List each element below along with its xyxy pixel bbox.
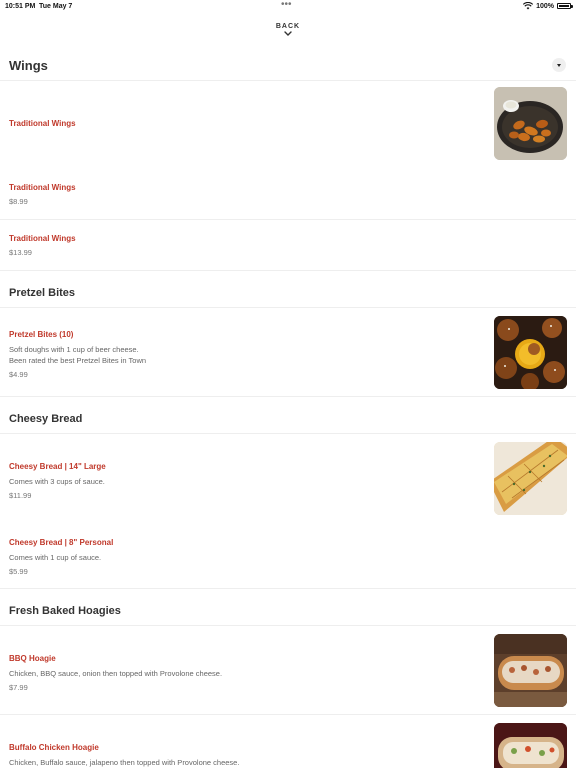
- back-button[interactable]: BACK: [263, 21, 313, 43]
- status-bar: 10:51 PM Tue May 7 ••• 100%: [0, 0, 576, 14]
- item-name: Traditional Wings: [9, 234, 76, 243]
- item-name: Buffalo Chicken Hoagie: [9, 743, 99, 752]
- divider: [0, 396, 576, 397]
- item-image-wings: [494, 87, 567, 160]
- item-price: $13.99: [9, 248, 32, 257]
- status-date: Tue May 7: [39, 3, 73, 10]
- item-name: BBQ Hoagie: [9, 654, 56, 663]
- item-description: Chicken, BBQ sauce, onion then topped wi…: [9, 669, 223, 678]
- item-description: Been rated the best Pretzel Bites in Tow…: [9, 356, 147, 365]
- menu-item[interactable]: Cheesy Bread | 8" Personal Comes with 1 …: [0, 522, 576, 588]
- item-price: $5.99: [9, 567, 28, 576]
- item-description: Soft doughs with 1 cup of beer cheese.: [9, 345, 139, 354]
- item-name: Cheesy Bread | 14" Large: [9, 462, 106, 471]
- item-price: $11.99: [9, 491, 32, 500]
- item-name: Traditional Wings: [9, 119, 76, 128]
- item-price: $7.99: [9, 683, 28, 692]
- battery-percent: 100%: [536, 2, 554, 10]
- item-description: Comes with 3 cups of sauce.: [9, 477, 105, 486]
- section-title: Wings: [9, 58, 48, 73]
- divider: [0, 270, 576, 271]
- status-right: 100%: [523, 2, 573, 10]
- menu-item[interactable]: BBQ Hoagie Chicken, BBQ sauce, onion the…: [0, 626, 576, 714]
- item-image-buffalo-chicken-hoagie: [494, 723, 567, 768]
- menu-item[interactable]: Cheesy Bread | 14" Large Comes with 3 cu…: [0, 434, 576, 522]
- status-time: 10:51 PM: [5, 3, 36, 10]
- menu-item[interactable]: Traditional Wings: [0, 81, 576, 169]
- item-image-bbq-hoagie: [494, 634, 567, 707]
- item-image-pretzel-bites: [494, 316, 567, 389]
- collapse-button[interactable]: [552, 58, 566, 72]
- item-image-cheesy-bread: [494, 442, 567, 515]
- chevron-down-icon: [284, 31, 292, 36]
- section-title: Fresh Baked Hoagies: [9, 605, 121, 617]
- collapse-caret-icon: [557, 64, 561, 67]
- item-name: Traditional Wings: [9, 183, 76, 192]
- section-title: Pretzel Bites: [9, 287, 76, 299]
- multitask-dots-icon[interactable]: •••: [281, 0, 292, 10]
- item-description: Chicken, Buffalo sauce, jalapeno then to…: [9, 758, 240, 767]
- item-description: Comes with 1 cup of sauce.: [9, 553, 102, 562]
- item-price: $4.99: [9, 370, 28, 379]
- item-name: Pretzel Bites (10): [9, 330, 74, 339]
- battery-icon: [557, 3, 573, 9]
- back-label: BACK: [275, 23, 301, 30]
- wifi-icon: [523, 2, 534, 10]
- section-title: Cheesy Bread: [9, 413, 83, 425]
- menu-item[interactable]: Pretzel Bites (10) Soft doughs with 1 cu…: [0, 308, 576, 396]
- divider: [0, 588, 576, 589]
- menu-item[interactable]: Traditional Wings $13.99: [0, 220, 576, 270]
- item-name: Cheesy Bread | 8" Personal: [9, 538, 114, 547]
- menu-item[interactable]: Buffalo Chicken Hoagie Chicken, Buffalo …: [0, 715, 576, 768]
- item-price: $8.99: [9, 197, 28, 206]
- menu-item[interactable]: Traditional Wings $8.99: [0, 169, 576, 219]
